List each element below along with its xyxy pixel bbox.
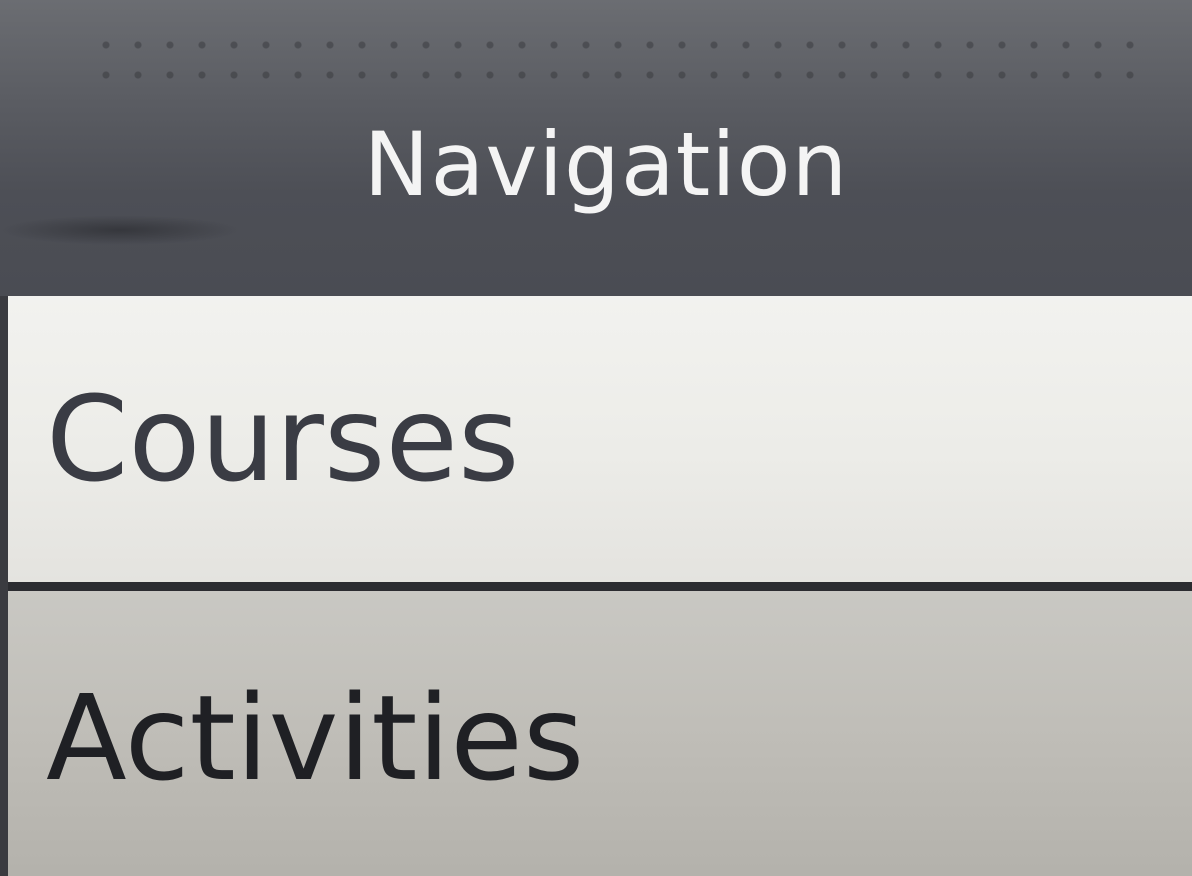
header-texture <box>90 30 1140 90</box>
page-title: Navigation <box>363 113 849 216</box>
menu-item-label: Activities <box>46 669 585 807</box>
navigation-menu: Courses Activities <box>8 296 1192 876</box>
menu-item-activities[interactable]: Activities <box>8 591 1192 876</box>
menu-divider <box>8 582 1192 591</box>
navigation-header: Navigation <box>0 0 1192 296</box>
menu-item-label: Courses <box>46 370 520 508</box>
menu-item-courses[interactable]: Courses <box>8 296 1192 582</box>
device-screen: Navigation Courses Activities <box>0 0 1192 876</box>
